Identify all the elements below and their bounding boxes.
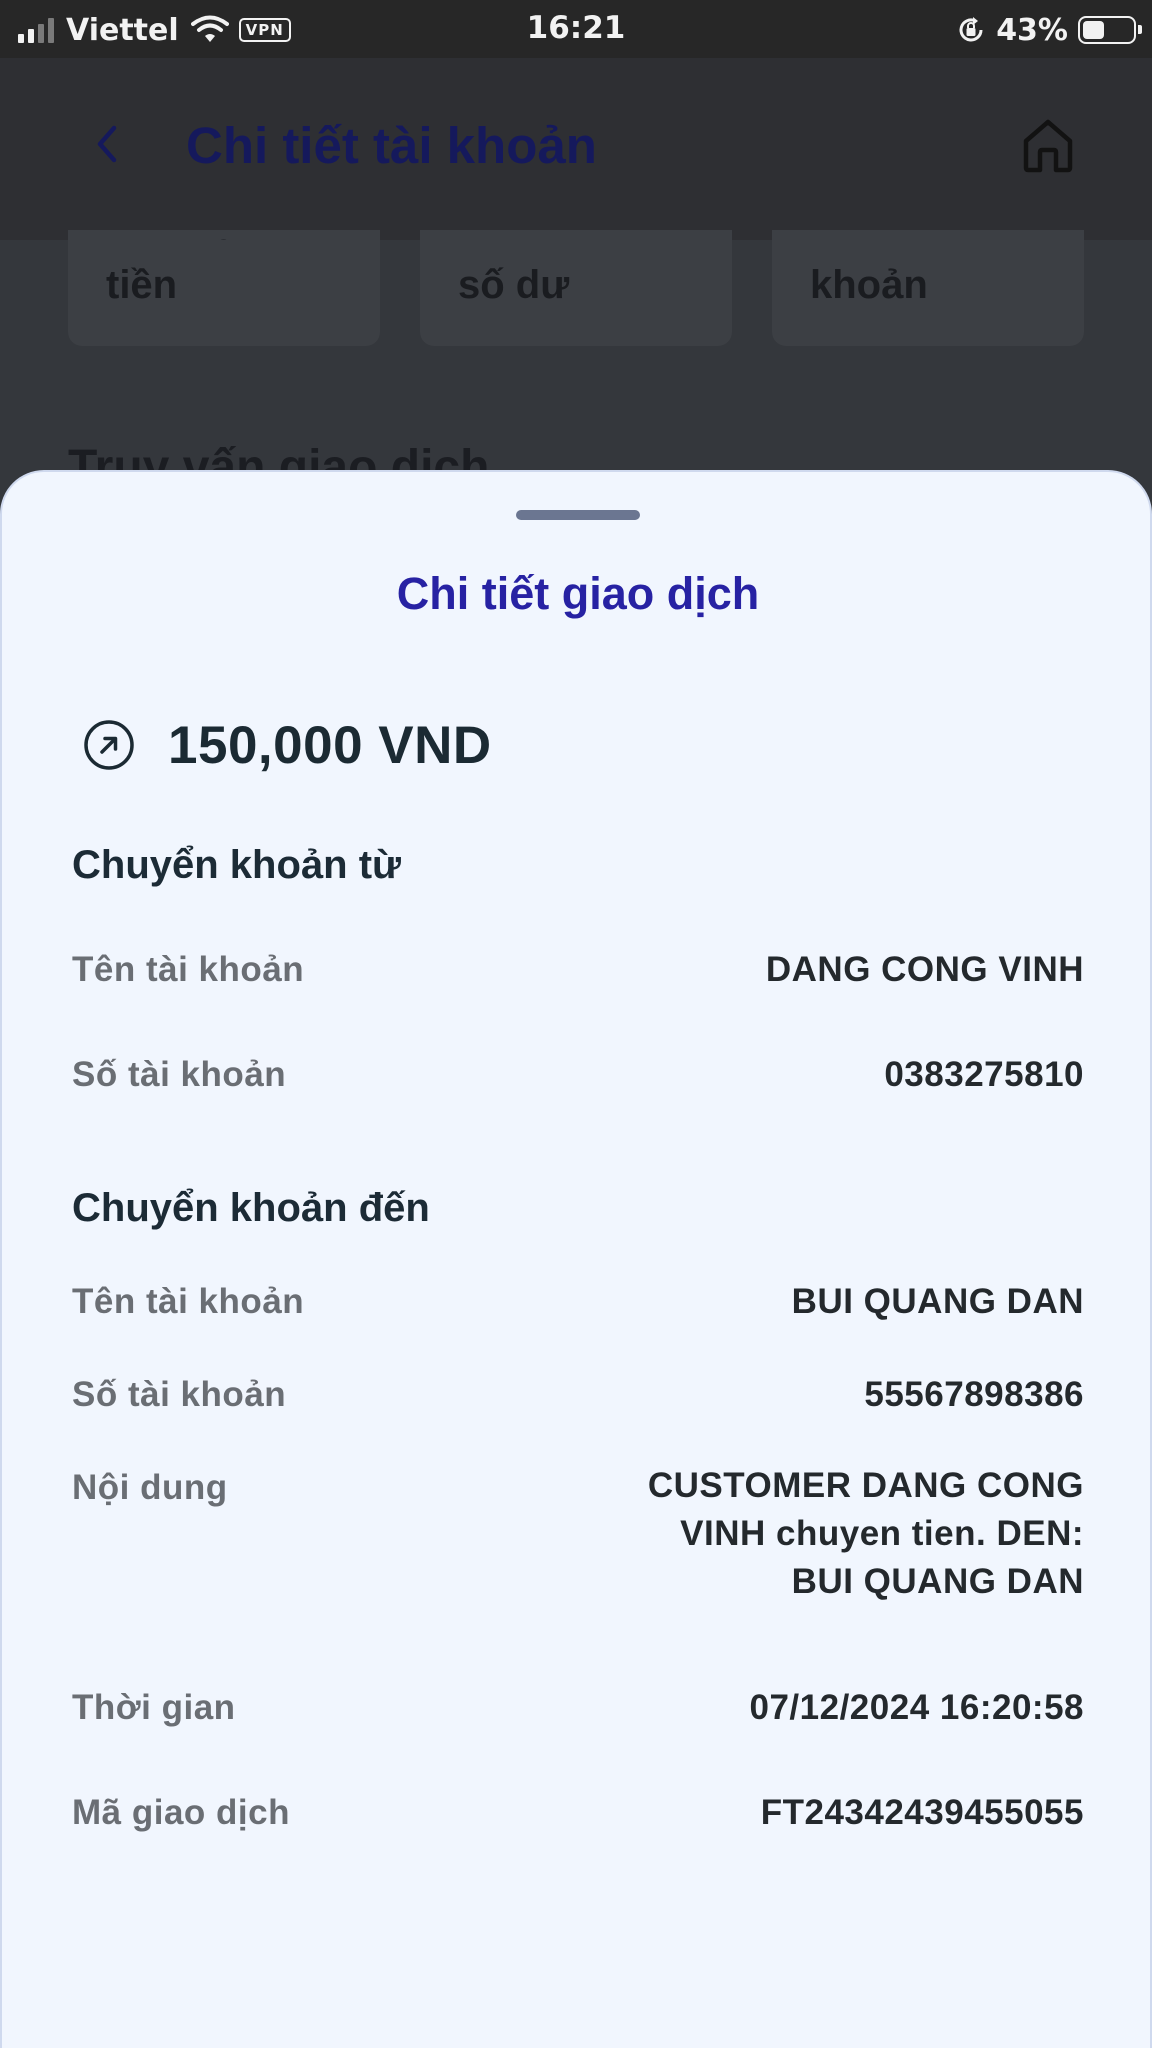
to-heading: Chuyển khoản đến	[72, 1186, 430, 1230]
arrow-up-right-circle-icon	[84, 720, 134, 770]
quick-action-label-line2: số dư	[458, 263, 570, 307]
cellular-signal-icon	[18, 17, 54, 43]
amount-row: 150,000 VND	[82, 708, 492, 782]
screen: Viettel VPN 16:21 43% Chi tiết tài khoản	[0, 0, 1152, 2048]
vpn-badge: VPN	[238, 18, 291, 42]
time-label: Thời gian	[72, 1688, 236, 1727]
reference-label: Mã giao dịch	[72, 1793, 290, 1832]
carrier-name: Viettel	[66, 12, 179, 48]
reference-value: FT24342439455055	[760, 1793, 1084, 1832]
transaction-amount: 150,000 VND	[168, 715, 492, 775]
to-number-label: Số tài khoản	[72, 1375, 287, 1414]
from-name-label: Tên tài khoản	[72, 950, 305, 989]
wifi-icon	[190, 15, 229, 42]
from-number-value: 0383275810	[884, 1055, 1084, 1094]
content-label: Nội dung	[72, 1468, 228, 1507]
to-number-value: 55567898386	[864, 1375, 1084, 1414]
content-line: CUSTOMER DANG CONG	[647, 1466, 1084, 1505]
to-name-value: BUI QUANG DAN	[791, 1282, 1084, 1321]
app-header: Chi tiết tài khoản	[0, 58, 1152, 240]
from-number-label: Số tài khoản	[72, 1055, 287, 1094]
quick-action-label-line2: tiền	[106, 263, 178, 307]
page-title: Chi tiết tài khoản	[186, 117, 597, 174]
rotation-lock-icon	[959, 17, 983, 42]
status-bar: Viettel VPN 16:21 43%	[0, 0, 1152, 58]
from-name-value: DANG CONG VINH	[765, 950, 1084, 989]
transaction-detail-sheet: Chi tiết giao dịch 150,000 VND Chuyển kh…	[0, 470, 1152, 2048]
battery-percent: 43%	[996, 12, 1068, 48]
quick-action-transfer[interactable]: Chuyển tiền	[68, 230, 380, 346]
sheet-drag-handle[interactable]	[516, 510, 640, 520]
sheet-title: Chi tiết giao dịch	[396, 568, 760, 619]
content-line: VINH chuyen tien. DEN:	[680, 1514, 1084, 1553]
quick-action-close-account[interactable]: Đóng tài khoản	[772, 230, 1084, 346]
from-heading: Chuyển khoản từ	[72, 843, 401, 887]
status-right: 43%	[956, 10, 1142, 50]
status-left: Viettel VPN	[18, 10, 291, 50]
battery-icon	[1078, 16, 1142, 44]
quick-action-label-line1: Biến động	[458, 230, 654, 240]
quick-action-label-line1: Chuyển	[106, 230, 253, 240]
quick-action-label-line2: khoản	[810, 263, 928, 307]
content-value: CUSTOMER DANG CONG VINH chuyen tien. DEN…	[524, 1462, 1084, 1606]
time-value: 07/12/2024 16:20:58	[749, 1688, 1084, 1727]
to-name-label: Tên tài khoản	[72, 1282, 305, 1321]
quick-action-label-line1: Đóng tài	[810, 230, 970, 240]
home-button[interactable]	[1018, 114, 1078, 176]
quick-action-balance-changes[interactable]: Biến động số dư	[420, 230, 732, 346]
back-button[interactable]	[86, 114, 126, 174]
content-line: BUI QUANG DAN	[791, 1562, 1084, 1601]
